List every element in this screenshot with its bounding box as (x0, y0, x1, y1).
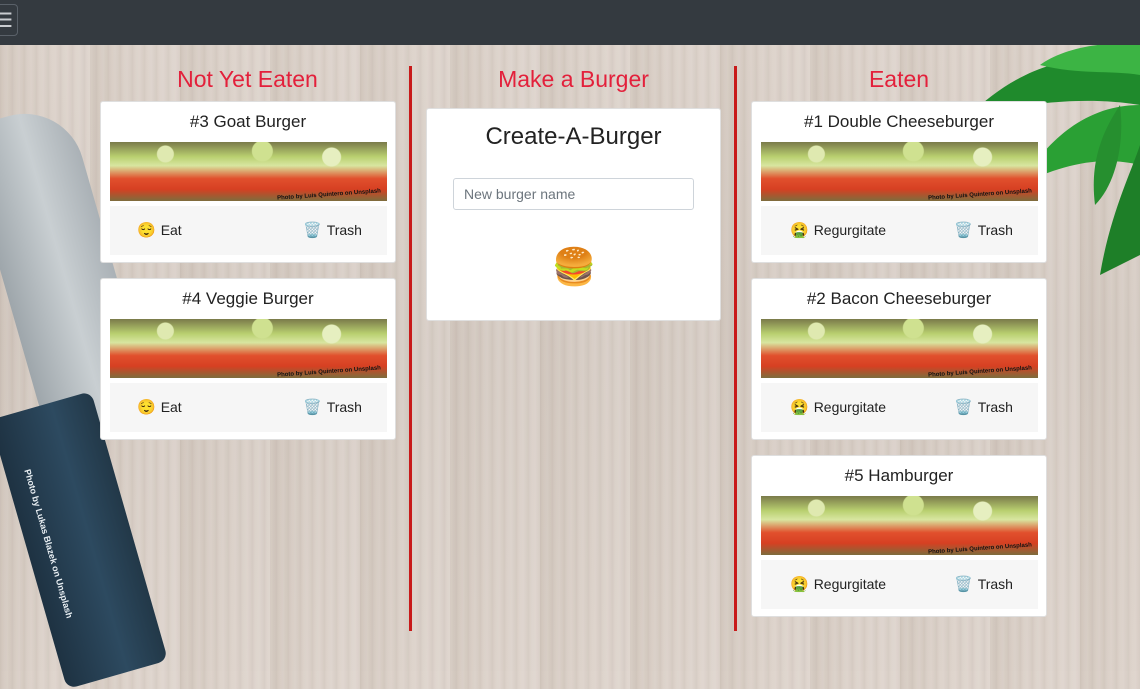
regurgitate-label: Regurgitate (813, 222, 887, 238)
navbar: ☰ (0, 0, 1140, 45)
trash-icon: 🗑️ (954, 399, 973, 416)
regurgitate-button[interactable]: 🤮 Regurgitate (790, 383, 886, 432)
eat-button[interactable]: 😌 Eat (137, 206, 182, 255)
burger-image: Photo by Luis Quintero on Unsplash (110, 319, 387, 378)
regurgitate-label: Regurgitate (813, 576, 887, 592)
vomiting-face-icon: 🤮 (790, 576, 809, 593)
burger-card: #4 Veggie Burger Photo by Luis Quintero … (100, 278, 396, 440)
trash-label: Trash (326, 222, 362, 238)
burger-name-input[interactable] (453, 178, 694, 210)
card-footer: 😌 Eat 🗑️ Trash (110, 383, 387, 432)
burger-submit-icon[interactable]: 🍔 (550, 243, 598, 291)
image-credit: Photo by Luis Quintero on Unsplash (276, 188, 382, 201)
regurgitate-button[interactable]: 🤮 Regurgitate (790, 206, 886, 255)
burger-card: #1 Double Cheeseburger Photo by Luis Qui… (751, 101, 1047, 263)
trash-button[interactable]: 🗑️ Trash (303, 206, 362, 255)
image-credit: Photo by Luis Quintero on Unsplash (927, 365, 1033, 378)
trash-button[interactable]: 🗑️ Trash (954, 206, 1013, 255)
image-credit: Photo by Luis Quintero on Unsplash (927, 542, 1033, 555)
card-footer: 🤮 Regurgitate 🗑️ Trash (761, 560, 1038, 609)
trash-label: Trash (326, 399, 362, 415)
menu-toggle-icon[interactable]: ☰ (0, 4, 18, 36)
column-divider-left (409, 66, 412, 631)
trash-label: Trash (977, 222, 1013, 238)
trash-label: Trash (977, 399, 1013, 415)
regurgitate-label: Regurgitate (813, 399, 887, 415)
trash-icon: 🗑️ (954, 222, 973, 239)
burger-card: #5 Hamburger Photo by Luis Quintero on U… (751, 455, 1047, 617)
create-burger-card: Create-A-Burger 🍔 (426, 108, 721, 321)
burger-name: #2 Bacon Cheeseburger (806, 289, 992, 308)
burger-card: #2 Bacon Cheeseburger Photo by Luis Quin… (751, 278, 1047, 440)
eat-label: Eat (160, 399, 182, 415)
burger-name: #3 Goat Burger (189, 112, 307, 131)
card-footer: 😌 Eat 🗑️ Trash (110, 206, 387, 255)
card-footer: 🤮 Regurgitate 🗑️ Trash (761, 206, 1038, 255)
vomiting-face-icon: 🤮 (790, 222, 809, 239)
eat-label: Eat (160, 222, 182, 238)
trash-icon: 🗑️ (303, 399, 322, 416)
burger-card: #3 Goat Burger Photo by Luis Quintero on… (100, 101, 396, 263)
relieved-face-icon: 😌 (137, 399, 156, 416)
burger-name: #4 Veggie Burger (182, 289, 314, 308)
image-credit: Photo by Luis Quintero on Unsplash (927, 188, 1033, 201)
trash-icon: 🗑️ (303, 222, 322, 239)
trash-icon: 🗑️ (954, 576, 973, 593)
image-credit: Photo by Luis Quintero on Unsplash (276, 365, 382, 378)
vomiting-face-icon: 🤮 (790, 399, 809, 416)
burger-image: Photo by Luis Quintero on Unsplash (761, 496, 1038, 555)
burger-image: Photo by Luis Quintero on Unsplash (761, 142, 1038, 201)
burger-name: #5 Hamburger (844, 466, 954, 485)
column-divider-right (734, 66, 737, 631)
make-burger-heading: Make a Burger (498, 66, 649, 92)
eaten-heading: Eaten (868, 66, 930, 92)
eat-button[interactable]: 😌 Eat (137, 383, 182, 432)
create-burger-title: Create-A-Burger (485, 123, 662, 150)
trash-label: Trash (977, 576, 1013, 592)
trash-button[interactable]: 🗑️ Trash (954, 560, 1013, 609)
burger-name: #1 Double Cheeseburger (804, 112, 994, 131)
card-footer: 🤮 Regurgitate 🗑️ Trash (761, 383, 1038, 432)
trash-button[interactable]: 🗑️ Trash (303, 383, 362, 432)
regurgitate-button[interactable]: 🤮 Regurgitate (790, 560, 886, 609)
trash-button[interactable]: 🗑️ Trash (954, 383, 1013, 432)
not-eaten-heading: Not Yet Eaten (177, 66, 318, 92)
relieved-face-icon: 😌 (137, 222, 156, 239)
burger-image: Photo by Luis Quintero on Unsplash (110, 142, 387, 201)
burger-image: Photo by Luis Quintero on Unsplash (761, 319, 1038, 378)
